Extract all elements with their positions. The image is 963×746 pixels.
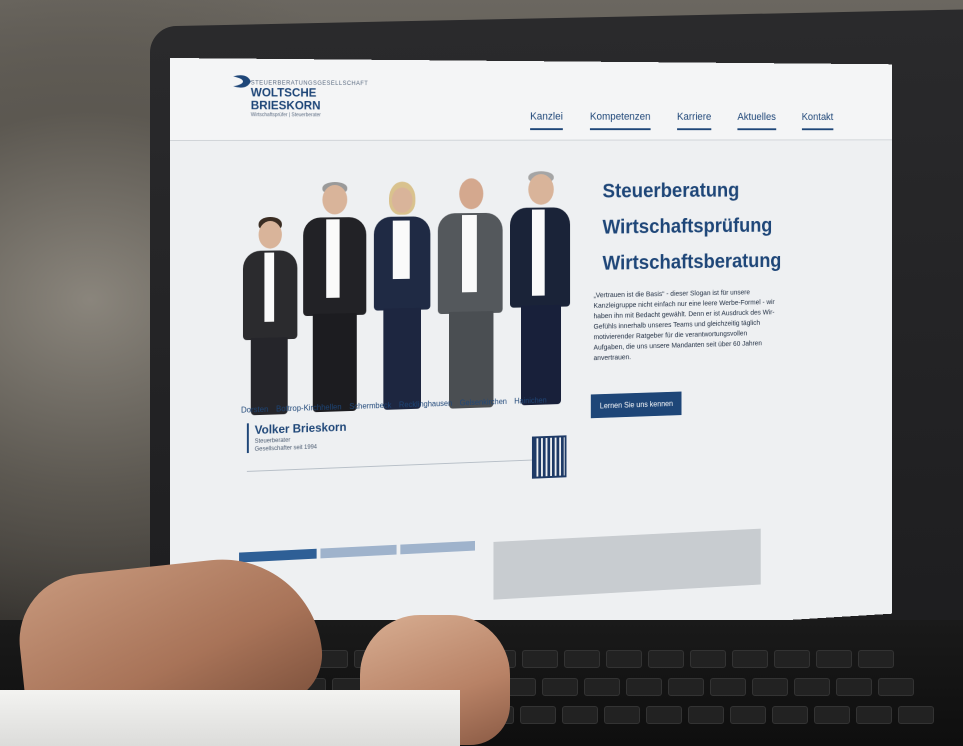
main-nav: Kanzlei Kompetenzen Karriere Aktuelles K… <box>530 111 833 130</box>
content-block <box>493 529 760 600</box>
headline-line-2: Wirtschaftsprüfung <box>602 208 781 246</box>
hero-headline: Steuerberatung Wirtschaftsprüfung Wirtsc… <box>602 173 781 282</box>
team-member-2 <box>299 182 368 414</box>
learn-more-button[interactable]: Lernen Sie uns kennen <box>591 392 682 419</box>
logo-swoosh-icon <box>231 70 253 92</box>
slider-tab-1[interactable] <box>239 549 317 563</box>
site-logo[interactable]: STEUERBERATUNGSGESELLSCHAFT WOLTSCHE BRI… <box>251 80 368 118</box>
headline-line-3: Wirtschaftsberatung <box>602 243 781 282</box>
location-link[interactable]: Dorsten <box>241 405 268 415</box>
slider-tabs <box>239 541 475 563</box>
team-member-3 <box>370 181 432 411</box>
location-link[interactable]: Recklinghausen <box>399 399 452 409</box>
nav-kompetenzen[interactable]: Kompetenzen <box>590 111 651 130</box>
person-card: Volker Brieskorn Steuerberater Gesellsch… <box>247 420 347 453</box>
team-member-5 <box>508 171 572 407</box>
nav-kanzlei[interactable]: Kanzlei <box>530 111 563 130</box>
location-link[interactable]: Hainichen <box>514 396 546 406</box>
nav-karriere[interactable]: Karriere <box>677 111 711 130</box>
intro-text: „Vertrauen ist die Basis“ - dieser Sloga… <box>594 286 778 363</box>
nav-aktuelles[interactable]: Aktuelles <box>737 111 776 130</box>
team-member-4 <box>436 176 505 409</box>
qr-code-icon[interactable] <box>532 435 567 478</box>
team-photo <box>239 162 577 416</box>
logo-subtitle: Wirtschaftsprüfer | Steuerberater <box>251 112 368 118</box>
team-member-1 <box>239 217 299 416</box>
slider-tab-2[interactable] <box>320 545 396 559</box>
location-link[interactable]: Schermbeck <box>349 401 391 411</box>
nav-kontakt[interactable]: Kontakt <box>802 112 834 131</box>
person-since: Gesellschafter seit 1994 <box>255 443 347 452</box>
location-link[interactable]: Gelsenkirchen <box>460 397 507 407</box>
headline-line-1: Steuerberatung <box>602 173 781 210</box>
logo-name-2: BRIESKORN <box>251 99 368 112</box>
site-header: STEUERBERATUNGSGESELLSCHAFT WOLTSCHE BRI… <box>170 58 892 141</box>
divider <box>247 459 558 472</box>
slider-tab-3[interactable] <box>400 541 475 554</box>
laptop-screen: STEUERBERATUNGSGESELLSCHAFT WOLTSCHE BRI… <box>170 58 892 658</box>
shirt-sleeve <box>0 690 460 746</box>
person-name: Volker Brieskorn <box>255 420 347 437</box>
